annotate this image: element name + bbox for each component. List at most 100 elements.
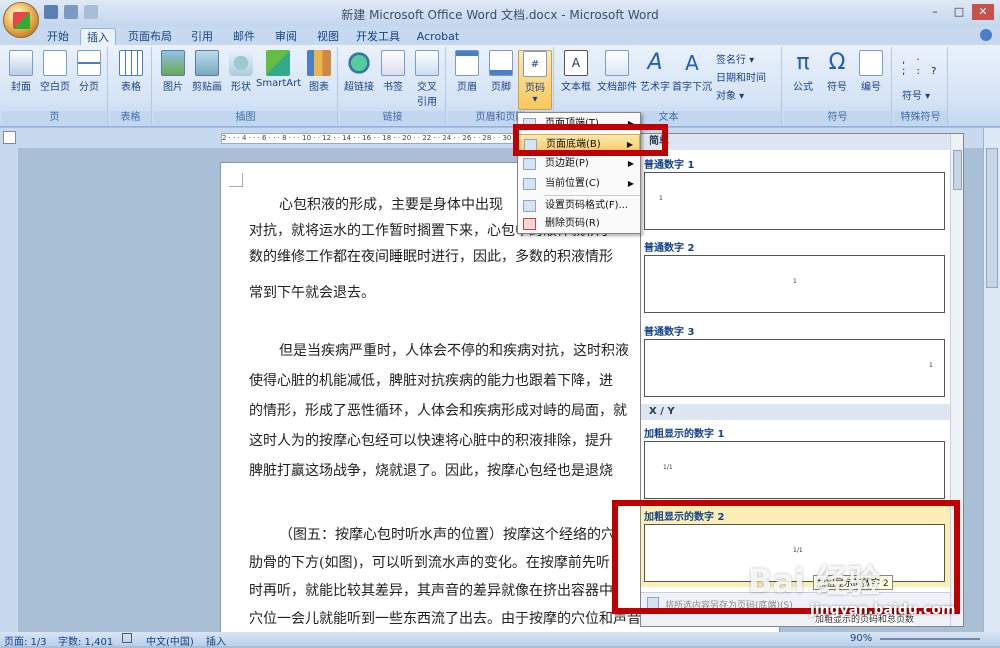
menu-item-top-of-page[interactable]: 页面顶端(T) ▶: [518, 114, 640, 134]
remove-icon: [523, 218, 536, 230]
gallery-scroll-thumb[interactable]: [953, 150, 962, 190]
office-logo-icon: [13, 12, 30, 29]
chevron-down-icon: ▾: [532, 94, 538, 105]
window-controls: – □ ✕: [924, 4, 994, 20]
help-icon[interactable]: [980, 29, 992, 41]
tab-insert[interactable]: 插入: [80, 28, 116, 45]
title-bar: 新建 Microsoft Office Word 文档.docx - Micro…: [0, 0, 1000, 26]
menu-item-format-page-numbers[interactable]: 设置页码格式(F)...: [518, 196, 640, 216]
gallery-item-bold-1[interactable]: 1/1: [644, 441, 945, 499]
omega-icon: Ω: [828, 50, 846, 75]
page-break-button[interactable]: 分页: [72, 50, 106, 93]
baidu-watermark: Bai 经验: [748, 562, 881, 600]
group-label-tables: 表格: [110, 111, 151, 124]
chevron-right-icon: ▶: [627, 179, 634, 188]
page-number-button[interactable]: # 页码 ▾: [518, 50, 552, 110]
wordart-button[interactable]: A 艺术字: [638, 50, 672, 93]
zoom-slider[interactable]: [880, 638, 980, 640]
tab-view[interactable]: 视图: [310, 28, 346, 45]
formula-button[interactable]: π 公式: [786, 50, 820, 93]
pi-icon: π: [796, 50, 810, 75]
group-illustrations: 图片 剪贴画 形状 SmartArt 图表 插图: [154, 47, 338, 125]
status-bar: 页面: 1/3 字数: 1,401 中文(中国) 插入 90%: [0, 632, 1000, 648]
group-label-special-symbols: 特殊符号: [894, 111, 947, 124]
dropcap-icon: A: [685, 51, 699, 75]
menu-item-remove-page-numbers[interactable]: 删除页码(R): [518, 214, 640, 234]
top-page-icon: [523, 118, 536, 130]
menu-item-bottom-of-page[interactable]: 页面底端(B) ▶: [518, 134, 640, 154]
office-button[interactable]: [3, 2, 39, 38]
format-icon: [523, 200, 536, 212]
signature-line-button[interactable]: 签名行 ▾: [716, 51, 754, 66]
blank-page-button[interactable]: 空白页: [38, 50, 72, 93]
tab-page-layout[interactable]: 页面布局: [124, 28, 176, 45]
tab-developer[interactable]: 开发工具: [352, 28, 404, 45]
tab-review[interactable]: 审阅: [268, 28, 304, 45]
vertical-scrollbar[interactable]: [983, 128, 1000, 632]
group-tables: 表格 表格: [110, 47, 152, 125]
shapes-button[interactable]: 形状: [224, 50, 258, 93]
tab-home[interactable]: 开始: [40, 28, 76, 45]
status-zoom[interactable]: 90%: [850, 633, 872, 644]
hyperlink-button[interactable]: 超链接: [342, 50, 376, 93]
save-selection-icon: [647, 597, 659, 609]
minimize-icon[interactable]: –: [924, 4, 946, 20]
gallery-heading-simple: 简单: [641, 134, 951, 150]
menu-item-current-position[interactable]: 当前位置(C) ▶: [518, 174, 640, 194]
maximize-icon[interactable]: □: [948, 4, 970, 20]
table-button[interactable]: 表格: [114, 50, 148, 93]
quick-parts-button[interactable]: 文档部件: [596, 50, 638, 93]
special-symbol-grid[interactable]: , ·; : ?: [902, 55, 940, 77]
tab-selector-icon[interactable]: [3, 131, 16, 144]
textbox-button[interactable]: A 文本框: [558, 50, 594, 93]
ribbon: 封面 空白页 分页 页 表格 表格 图片 剪贴画 形状 SmartArt 图表 …: [0, 45, 1000, 127]
page-number-gallery: 简单 普通数字 1 1 普通数字 2 1 普通数字 3 1 X / Y 加粗显示…: [640, 133, 964, 627]
thumb-page-number: 1: [659, 195, 663, 202]
tab-acrobat[interactable]: Acrobat: [412, 28, 464, 45]
crossref-button[interactable]: 交叉 引用: [410, 50, 444, 108]
picture-button[interactable]: 图片: [156, 50, 190, 93]
tab-mailings[interactable]: 邮件: [226, 28, 262, 45]
group-special-symbols: , ·; : ? 符号 ▾ 特殊符号: [894, 47, 948, 125]
scrollbar-thumb[interactable]: [986, 148, 998, 288]
menu-item-page-margins[interactable]: 页边距(P) ▶: [518, 154, 640, 174]
close-icon[interactable]: ✕: [972, 4, 994, 20]
gallery-item-plain-2[interactable]: 1: [644, 255, 945, 313]
cover-page-icon: [9, 50, 33, 76]
group-label-illustrations: 插图: [154, 111, 337, 124]
proofing-icon[interactable]: [122, 633, 132, 643]
symbol-button[interactable]: Ω 符号: [820, 50, 854, 93]
header-button[interactable]: 页眉: [450, 50, 484, 93]
gallery-scrollbar[interactable]: [950, 134, 963, 626]
group-label-pages: 页: [2, 111, 107, 124]
footer-button[interactable]: 页脚: [484, 50, 518, 93]
gallery-item-plain-1[interactable]: 1: [644, 172, 945, 230]
smartart-icon: [266, 50, 290, 76]
clipart-button[interactable]: 剪贴画: [190, 50, 224, 93]
margin-corner: [229, 173, 243, 187]
gallery-item-label: 普通数字 3: [644, 327, 695, 338]
wordart-icon: A: [647, 50, 663, 75]
thumb-page-number: 1: [929, 362, 933, 369]
object-button[interactable]: 对象 ▾: [716, 87, 744, 102]
page-break-icon: [77, 50, 101, 76]
tab-references[interactable]: 引用: [184, 28, 220, 45]
gallery-item-label: 加粗显示的数字 2: [644, 512, 725, 523]
gallery-item-plain-3[interactable]: 1: [644, 339, 945, 397]
bookmark-button[interactable]: 书签: [376, 50, 410, 93]
thumb-page-number: 1/1: [793, 547, 803, 554]
quick-parts-icon: [605, 50, 629, 76]
vertical-ruler[interactable]: [0, 148, 18, 632]
dropcap-button[interactable]: A 首字下沉: [672, 50, 712, 93]
chart-button[interactable]: 图表: [302, 50, 336, 93]
shapes-icon: [229, 50, 253, 76]
number-button[interactable]: 编号: [854, 50, 888, 93]
chevron-right-icon: ▶: [626, 140, 633, 149]
smartart-button[interactable]: SmartArt: [256, 50, 301, 89]
chart-icon: [307, 50, 331, 76]
number-icon: [859, 50, 883, 76]
cover-button[interactable]: 封面: [4, 50, 38, 93]
special-symbols-button[interactable]: 符号 ▾: [902, 87, 930, 102]
date-time-button[interactable]: 日期和时间: [716, 69, 766, 84]
clipart-icon: [195, 50, 219, 76]
